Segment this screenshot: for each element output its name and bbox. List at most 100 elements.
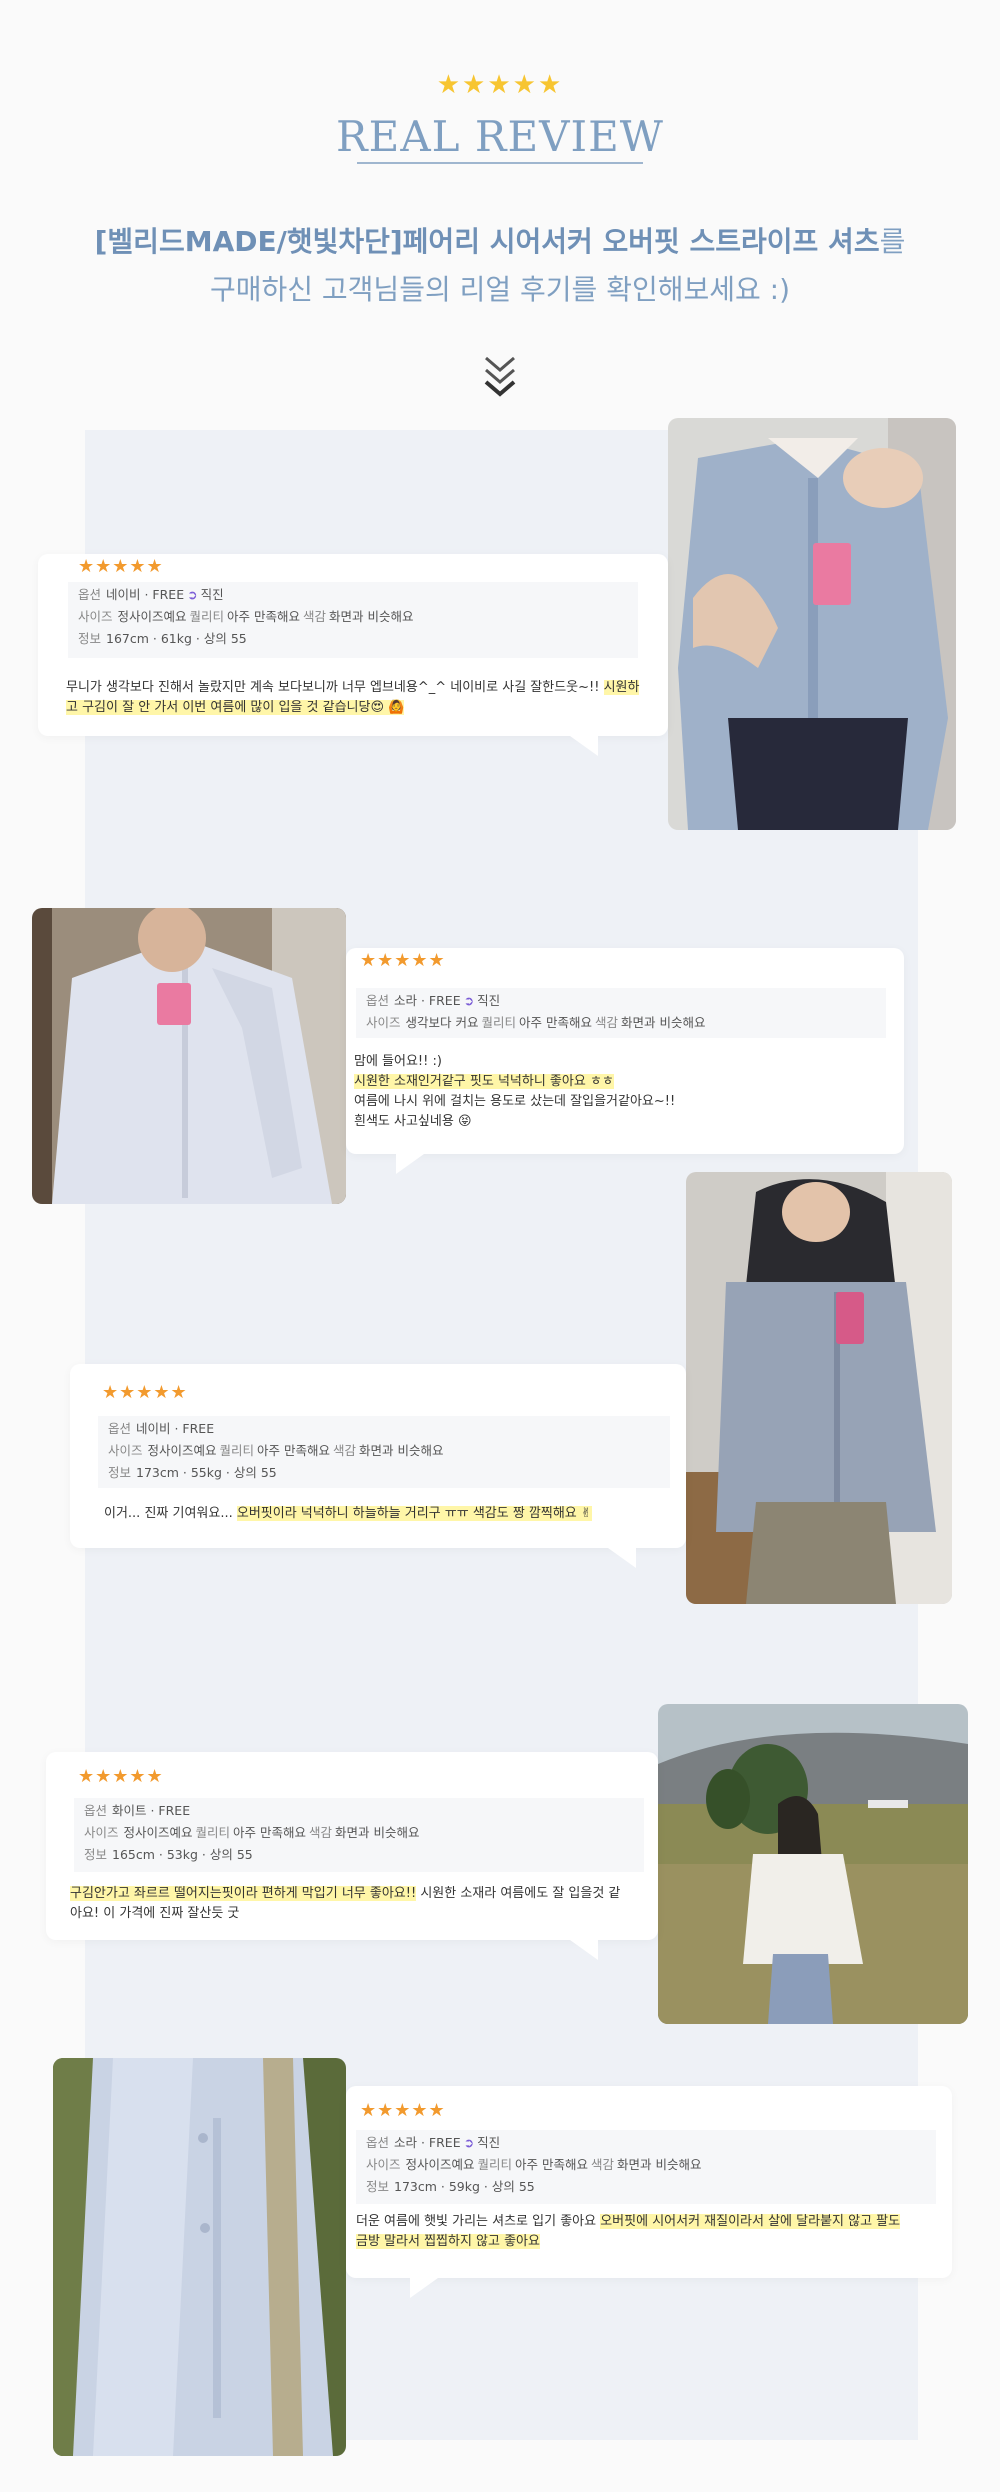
option-value: 네이비 · FREE — [136, 1421, 215, 1436]
review-info-box: 옵션 네이비 · FREE ➲ 직진 사이즈 정사이즈예요 퀄리티 아주 만족해요 색감 화면과… — [68, 582, 638, 658]
color-label: 색감 — [333, 1443, 357, 1458]
size-value: 정사이즈예요 — [147, 1443, 217, 1458]
info-value: 173cm · 55kg · 상의 55 — [136, 1465, 277, 1480]
review-photo-5[interactable] — [53, 2058, 346, 2456]
review-text-highlight: 구김안가고 좌르르 떨어지는핏이라 편하게 막입기 너무 좋아요!! — [70, 1886, 417, 1901]
review-photo-1[interactable] — [668, 418, 956, 830]
verified-icon: ➲ — [463, 2135, 475, 2150]
review-text: 맘에 들어요!! :) 시원한 소재인거같구 핏도 넉넉하니 좋아요 ㅎㅎ 여름… — [354, 1052, 894, 1132]
review-text-highlight: 시원하 — [603, 680, 640, 695]
size-label: 사이즈 — [78, 609, 113, 624]
color-label: 색감 — [595, 1015, 619, 1030]
bubble-tail — [570, 1940, 598, 1960]
size-value: 정사이즈예요 — [405, 2157, 475, 2172]
review-card-2: ★★★★★ 옵션 소라 · FREE ➲ 직진 사이즈 생각보다 커요 퀄리티 아주 만족해… — [346, 948, 904, 1174]
info-value: 173cm · 59kg · 상의 55 — [394, 2179, 535, 2194]
review-text-highlight: 시원한 소재인거같구 핏도 넉넉하니 좋아요 ㅎㅎ — [354, 1074, 614, 1089]
option-label: 옵션 — [366, 993, 390, 1008]
size-value: 생각보다 커요 — [405, 1015, 479, 1030]
size-value: 정사이즈예요 — [123, 1825, 193, 1840]
review-info-box: 옵션 소라 · FREE ➲ 직진 사이즈 생각보다 커요 퀄리티 아주 만족해요 색감 화면과… — [356, 988, 886, 1038]
subtitle-suffix: 를 — [879, 225, 906, 258]
color-value: 화면과 비슷해요 — [335, 1825, 420, 1840]
review-info-box: 옵션 화이트 · FREE 사이즈 정사이즈예요 퀄리티 아주 만족해요 색감 화면과 비슷… — [74, 1798, 644, 1872]
info-label: 정보 — [84, 1847, 108, 1862]
color-label: 색감 — [591, 2157, 615, 2172]
option-label: 옵션 — [108, 1421, 132, 1436]
verified-label: 직진 — [200, 587, 224, 602]
quality-value: 아주 만족해요 — [519, 1015, 592, 1030]
bubble-tail — [570, 736, 598, 756]
quality-label: 퀄리티 — [481, 1015, 517, 1030]
size-value: 정사이즈예요 — [117, 609, 187, 624]
review-card-4: ★★★★★ 옵션 화이트 · FREE 사이즈 정사이즈예요 퀄리티 아주 만족해요 색감… — [46, 1752, 658, 1960]
review-text-line1: 맘에 들어요!! :) — [354, 1054, 442, 1069]
review-card-3: ★★★★★ 옵션 네이비 · FREE 사이즈 정사이즈예요 퀄리티 아주 만족해요 색감… — [70, 1364, 686, 1568]
review-photo-3[interactable] — [686, 1172, 952, 1604]
quality-label: 퀄리티 — [477, 2157, 513, 2172]
color-value: 화면과 비슷해요 — [329, 609, 414, 624]
verified-icon: ➲ — [463, 993, 475, 1008]
quality-label: 퀄리티 — [189, 609, 225, 624]
info-label: 정보 — [108, 1465, 132, 1480]
option-value: 소라 · FREE — [394, 2135, 461, 2150]
quality-value: 아주 만족해요 — [227, 609, 301, 624]
review-stars: ★★★★★ — [102, 1382, 188, 1403]
review-photo-2[interactable] — [32, 908, 346, 1204]
option-value: 소라 · FREE — [394, 993, 461, 1008]
verified-label: 직진 — [477, 2135, 501, 2150]
review-text-plain: 무니가 생각보다 진해서 놀랐지만 계속 보다보니까 너무 엡브네용^_^ 네이… — [66, 680, 604, 695]
review-text-highlight-2: 고 구김이 잘 안 가서 이번 여름에 많이 입을 것 같습니당😍 🙆 — [66, 700, 405, 715]
size-label: 사이즈 — [366, 2157, 401, 2172]
info-label: 정보 — [366, 2179, 390, 2194]
size-label: 사이즈 — [366, 1015, 401, 1030]
subtitle: [벨리드MADE/햇빛차단]페어리 시어서커 오버핏 스트라이프 셔츠를 구매하… — [0, 218, 1000, 314]
info-value: 165cm · 53kg · 상의 55 — [112, 1847, 253, 1862]
verified-label: 직진 — [477, 993, 501, 1008]
review-stars: ★★★★★ — [78, 1766, 164, 1787]
review-stars: ★★★★★ — [360, 950, 446, 971]
review-stars: ★★★★★ — [78, 556, 164, 577]
review-text-plain-2: 아요! 이 가격에 진짜 잘산듯 굿 — [70, 1906, 240, 1921]
size-label: 사이즈 — [108, 1443, 143, 1458]
chevron-down-icon — [484, 356, 516, 397]
review-text: 더운 여름에 햇빛 가리는 셔츠로 입기 좋아요 오버핏에 시어서커 재질이라서… — [356, 2212, 946, 2252]
quality-value: 아주 만족해요 — [257, 1443, 331, 1458]
color-value: 화면과 비슷해요 — [617, 2157, 702, 2172]
review-text-line3: 여름에 나시 위에 걸치는 용도로 샀는데 잘입을거같아요~!! — [354, 1094, 676, 1109]
product-name: [벨리드MADE/햇빛차단]페어리 시어서커 오버핏 스트라이프 셔츠 — [94, 225, 880, 258]
page-title: REAL REVIEW — [336, 112, 664, 161]
verified-icon: ➲ — [187, 587, 198, 602]
review-text: 이거... 진짜 기여워요... 오버핏이라 넉넉하니 하늘하늘 거리구 ㅠㅠ … — [104, 1504, 674, 1524]
bubble-tail — [410, 2278, 438, 2298]
color-label: 색감 — [309, 1825, 333, 1840]
info-value: 167cm · 61kg · 상의 55 — [106, 631, 247, 646]
review-text-plain: 더운 여름에 햇빛 가리는 셔츠로 입기 좋아요 — [356, 2214, 601, 2229]
subtitle-line2: 구매하신 고객님들의 리얼 후기를 확인해보세요 :) — [209, 273, 791, 306]
review-photo-4[interactable] — [658, 1704, 968, 2024]
review-card-1: ★★★★★ 옵션 네이비 · FREE ➲ 직진 사이즈 정사이즈예요 퀄리티 아주 만족해… — [38, 554, 668, 756]
option-label: 옵션 — [78, 587, 102, 602]
review-text: 무니가 생각보다 진해서 놀랐지만 계속 보다보니까 너무 엡브네용^_^ 네이… — [66, 678, 666, 718]
header-stars: ★★★★★ — [436, 70, 564, 100]
option-value: 네이비 · FREE — [106, 587, 185, 602]
review-text-highlight-2: 금방 말라서 찝찝하지 않고 좋아요 — [356, 2234, 540, 2249]
review-text: 구김안가고 좌르르 떨어지는핏이라 편하게 막입기 너무 좋아요!! 시원한 소… — [70, 1884, 650, 1924]
review-card-5: ★★★★★ 옵션 소라 · FREE ➲ 직진 사이즈 정사이즈예요 퀄리티 아주 만족해요… — [346, 2086, 952, 2298]
review-text-highlight: 오버핏이라 넉넉하니 하늘하늘 거리구 ㅠㅠ 색감도 짱 깜찍해요 ✌ — [236, 1506, 592, 1521]
size-label: 사이즈 — [84, 1825, 119, 1840]
bubble-tail — [396, 1154, 424, 1174]
option-label: 옵션 — [84, 1803, 108, 1818]
option-value: 화이트 · FREE — [112, 1803, 191, 1818]
title-underline — [357, 162, 643, 164]
info-label: 정보 — [78, 631, 102, 646]
review-info-box: 옵션 소라 · FREE ➲ 직진 사이즈 정사이즈예요 퀄리티 아주 만족해요 색감 화면과 … — [356, 2130, 936, 2204]
quality-value: 아주 만족해요 — [515, 2157, 589, 2172]
color-value: 화면과 비슷해요 — [359, 1443, 444, 1458]
quality-value: 아주 만족해요 — [233, 1825, 307, 1840]
color-value: 화면과 비슷해요 — [621, 1015, 706, 1030]
quality-label: 퀄리티 — [219, 1443, 255, 1458]
review-text-line4: 흰색도 사고싶네용 😝 — [354, 1114, 472, 1129]
review-text-plain: 시원한 소재라 여름에도 잘 입을것 같 — [416, 1886, 621, 1901]
review-text-highlight: 오버핏에 시어서커 재질이라서 살에 달라붙지 않고 팔도 — [600, 2214, 901, 2229]
